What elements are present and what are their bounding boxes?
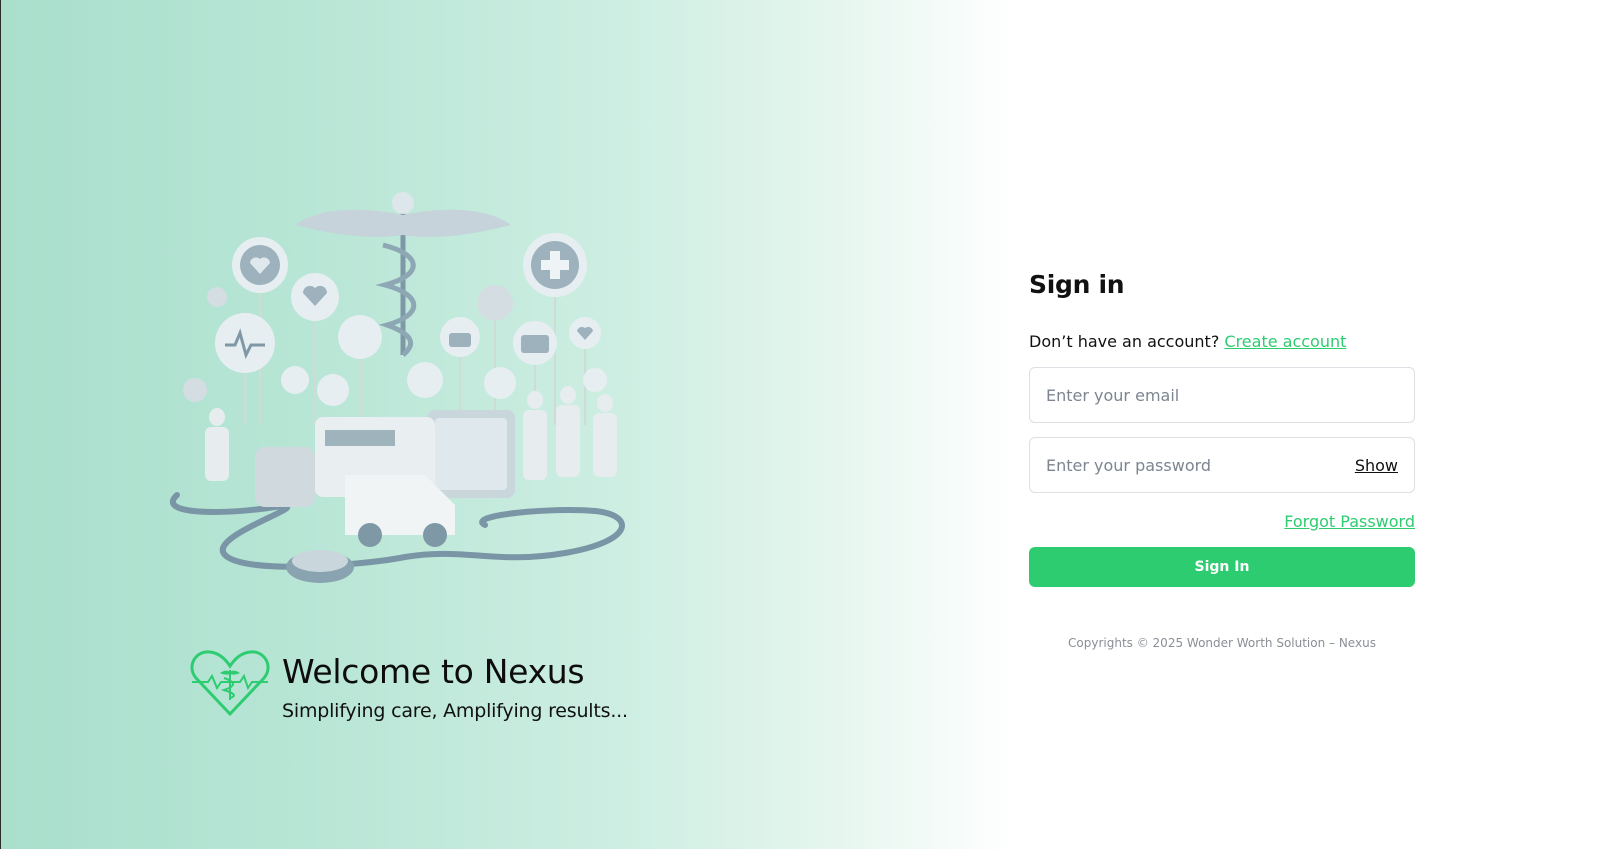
sign-in-button[interactable]: Sign In: [1029, 547, 1415, 587]
password-input[interactable]: [1046, 455, 1355, 475]
signin-form: Sign in Don’t have an account? Create ac…: [1029, 268, 1415, 650]
heart-caduceus-icon: [190, 650, 270, 717]
email-field-container: [1029, 367, 1415, 423]
no-account-text: Don’t have an account?: [1029, 332, 1220, 351]
brand-block: Welcome to Nexus Simplifying care, Ampli…: [190, 648, 628, 724]
copyright-text: Copyrights © 2025 Wonder Worth Solution …: [1068, 636, 1376, 650]
create-account-line: Don’t have an account? Create account: [1029, 331, 1415, 353]
password-field-container: Show: [1029, 437, 1415, 493]
welcome-title: Welcome to Nexus: [282, 652, 585, 691]
email-input[interactable]: [1046, 385, 1398, 405]
window-edge: [0, 0, 1, 849]
forgot-password-link[interactable]: Forgot Password: [1284, 512, 1415, 531]
forgot-row: Forgot Password: [1029, 512, 1415, 534]
medical-illustration: [169, 192, 625, 583]
show-password-toggle[interactable]: Show: [1355, 456, 1398, 475]
create-account-link[interactable]: Create account: [1224, 332, 1346, 351]
signin-title: Sign in: [1029, 270, 1125, 299]
welcome-subtitle: Simplifying care, Amplifying results...: [282, 700, 628, 722]
